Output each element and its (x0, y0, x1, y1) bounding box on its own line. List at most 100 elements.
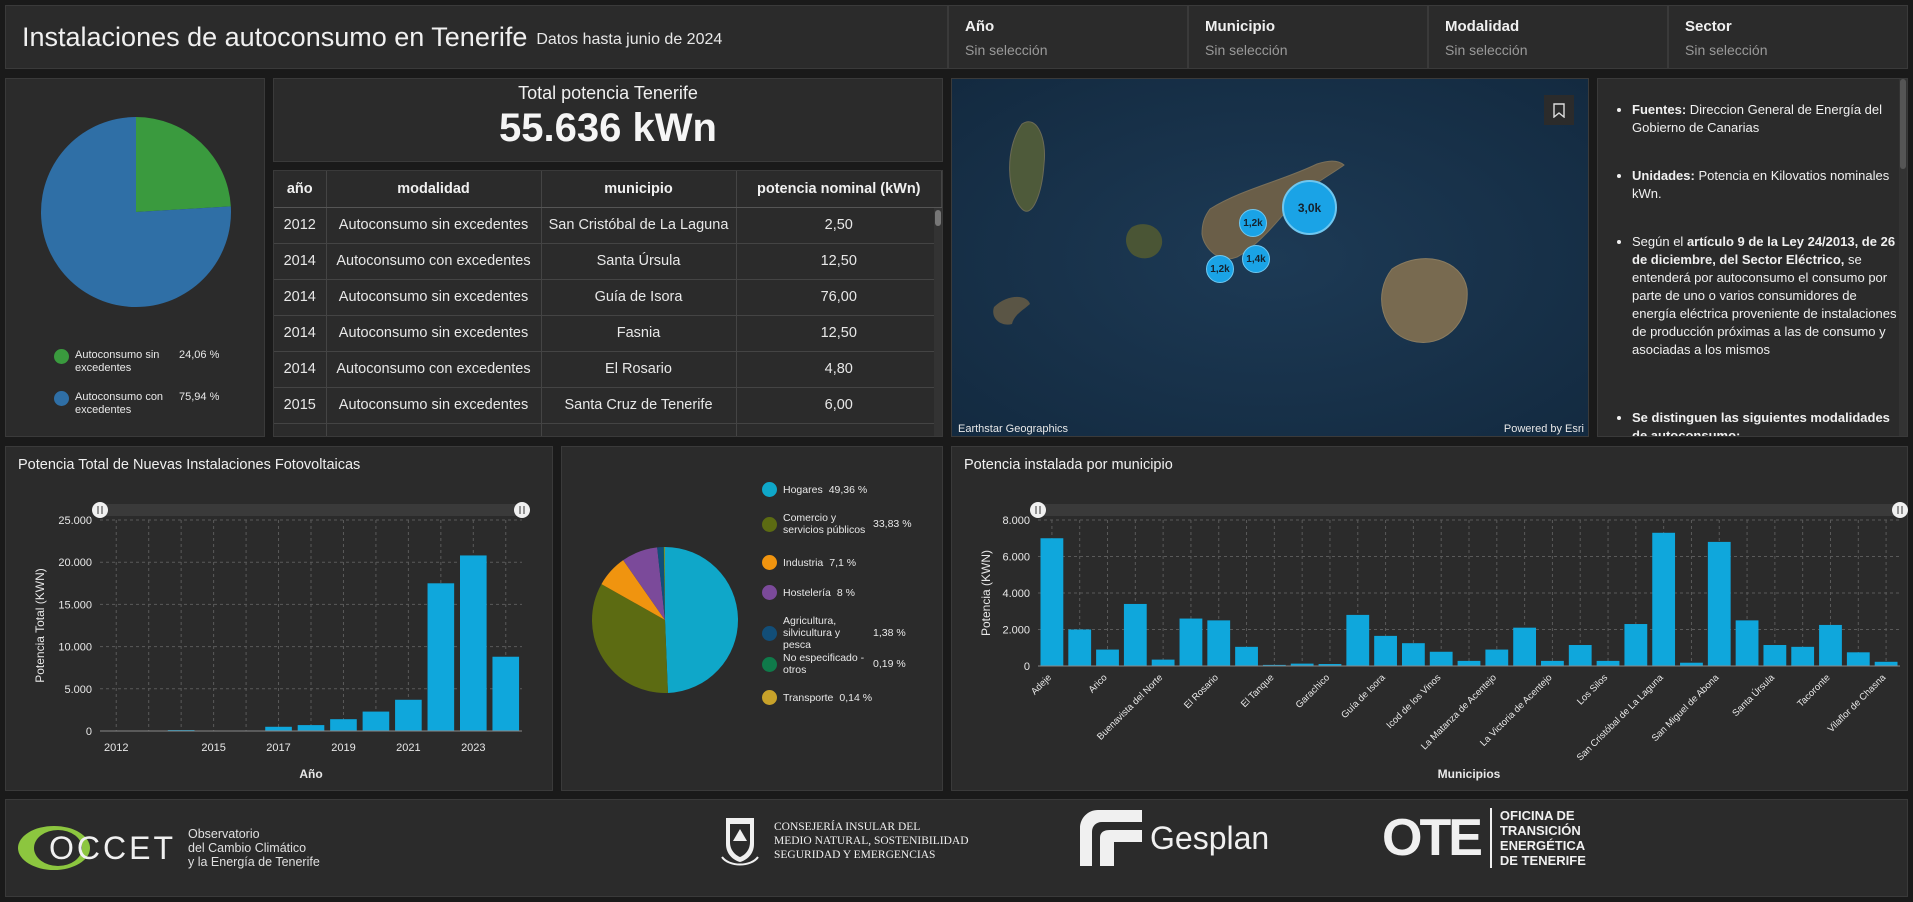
bar[interactable] (1346, 614, 1370, 666)
map-cluster-marker[interactable]: 1,2k (1239, 209, 1267, 237)
bar[interactable] (1652, 532, 1676, 666)
slider-handle[interactable] (92, 502, 108, 518)
sector-pie-chart[interactable] (590, 545, 740, 695)
table-row[interactable] (274, 423, 942, 436)
map-panel[interactable]: Earthstar Geographics Powered by Esri 3,… (951, 78, 1589, 437)
bar[interactable] (1401, 643, 1425, 666)
bar[interactable] (297, 725, 325, 731)
bar[interactable] (1596, 660, 1620, 666)
bar[interactable] (1068, 629, 1092, 667)
map-cluster-marker[interactable]: 3,0k (1282, 180, 1337, 235)
bar[interactable] (330, 719, 357, 731)
bar[interactable] (1735, 620, 1759, 666)
legend-swatch (54, 391, 69, 406)
filter-sector[interactable]: Sector Sin selección (1668, 5, 1908, 69)
bar[interactable] (492, 656, 520, 731)
legend-item[interactable]: Industria 7,1 % (762, 555, 856, 570)
pie-slice[interactable] (136, 117, 231, 212)
bar[interactable] (1485, 649, 1509, 666)
bar[interactable] (1513, 627, 1537, 666)
legend-label: Hogares (783, 483, 823, 496)
bar[interactable] (1819, 624, 1842, 666)
table-row[interactable]: 2014 Autoconsumo con excedentes El Rosario… (274, 351, 942, 388)
filter-value: Sin selección (965, 42, 1048, 58)
bar[interactable] (1429, 651, 1453, 666)
table-row[interactable]: 2015 Autoconsumo sin excedentes Santa Cruz… (274, 387, 942, 424)
legend-item[interactable]: Transporte 0,14 % (762, 690, 872, 705)
slider-handle[interactable] (514, 502, 530, 518)
bar[interactable] (1374, 635, 1397, 666)
legend-pct: 7,1 % (829, 556, 857, 569)
table-row[interactable]: 2014 Autoconsumo con excedentes Santa Úrsu… (274, 243, 942, 280)
legend-item[interactable]: No especificado - otros 0,19 % (762, 652, 906, 676)
kpi-value: 55.636 kWn (499, 106, 717, 150)
bar[interactable] (1707, 541, 1731, 666)
bar[interactable] (1123, 603, 1147, 666)
bar[interactable] (1235, 646, 1258, 666)
bar[interactable] (1040, 538, 1064, 666)
x-axis-title: Año (299, 767, 322, 781)
column-header[interactable]: modalidad (326, 171, 542, 208)
kpi-panel: Total potencia Tenerife 55.636 kWn (273, 78, 943, 162)
bar[interactable] (1791, 646, 1815, 666)
pie-slice[interactable] (665, 547, 738, 693)
bookmark-button[interactable] (1544, 95, 1574, 125)
map-canvas[interactable]: Earthstar Geographics Powered by Esri (952, 79, 1589, 437)
map-attribution-right: Powered by Esri (1504, 423, 1584, 435)
bar[interactable] (265, 726, 292, 731)
legend-item[interactable]: Autoconsumo sin excedentes 24,06 % (54, 349, 219, 375)
legend-item[interactable]: Hostelería 8 % (762, 585, 855, 600)
slider-handle[interactable] (1892, 502, 1908, 518)
legend-label: Autoconsumo con excedentes (75, 391, 164, 416)
map-cluster-marker[interactable]: 1,2k (1206, 255, 1234, 283)
column-header[interactable]: municipio (541, 171, 737, 208)
bar[interactable] (1763, 645, 1787, 666)
table-scrollbar[interactable] (934, 208, 942, 436)
info-scrollbar[interactable] (1899, 79, 1907, 436)
filter-year[interactable]: Año Sin selección (948, 5, 1188, 69)
cabildo-seal-icon (721, 818, 759, 866)
bar[interactable] (1541, 660, 1564, 666)
legend-pct: 49,36 % (828, 483, 868, 496)
filter-municipio[interactable]: Municipio Sin selección (1188, 5, 1428, 69)
bar[interactable] (1457, 660, 1481, 666)
bar[interactable] (1874, 661, 1898, 666)
legend-pct: 0,19 % (873, 658, 906, 670)
legend-item[interactable]: Comercio y servicios públicos 33,83 % (762, 512, 912, 536)
bar[interactable] (427, 583, 455, 731)
x-tick-label: Vilaflor de Chasna (1826, 672, 1889, 735)
bar[interactable] (395, 699, 422, 731)
bar[interactable] (1568, 645, 1592, 666)
legend-swatch (762, 625, 777, 641)
bar[interactable] (1207, 620, 1231, 666)
scrollbar-thumb[interactable] (935, 210, 941, 226)
range-slider[interactable] (100, 504, 522, 516)
bar[interactable] (1846, 652, 1870, 666)
map-cluster-marker[interactable]: 1,4k (1242, 245, 1270, 273)
table-row[interactable]: 2012 Autoconsumo sin excedentes San Cristó… (274, 207, 942, 244)
bar-chart-municipio[interactable]: 02.0004.0006.0008.000Adeje AricoBuenavist… (952, 447, 1909, 792)
bar[interactable] (1151, 659, 1175, 666)
bar[interactable] (459, 555, 487, 731)
filter-modalidad[interactable]: Modalidad Sin selección (1428, 5, 1668, 69)
x-tick-label: Santa Úrsula (1730, 672, 1777, 719)
filter-label: Sector (1685, 18, 1732, 35)
table-row[interactable]: 2014 Autoconsumo sin excedentes Guía de Is… (274, 279, 942, 316)
table-row[interactable]: 2014 Autoconsumo sin excedentes Fasnia 12,5… (274, 315, 942, 352)
range-slider[interactable] (1038, 504, 1900, 516)
legend-item[interactable]: Autoconsumo con excedentes 75,94 % (54, 391, 219, 417)
scrollbar-thumb[interactable] (1900, 79, 1906, 169)
column-header[interactable]: año (274, 171, 327, 208)
bar[interactable] (1096, 649, 1119, 666)
bar-chart-year[interactable]: 0 5.000 10.000 15.000 20.000 25.000 2012 2015 20… (6, 447, 554, 792)
legend-item[interactable]: Hogares 49,36 % (762, 482, 867, 497)
table-cell: 2014 (274, 315, 327, 352)
table-cell: Autoconsumo con excedentes (326, 351, 542, 388)
bar[interactable] (1624, 624, 1648, 666)
legend-item[interactable]: Agricultura, silvicultura y pesca 1,38 % (762, 615, 906, 651)
column-header[interactable]: potencia nominal (kWn) (736, 171, 942, 208)
bar[interactable] (1179, 618, 1203, 666)
bar[interactable] (362, 711, 390, 731)
modalidad-pie-chart[interactable] (36, 112, 236, 312)
slider-handle[interactable] (1030, 502, 1046, 518)
